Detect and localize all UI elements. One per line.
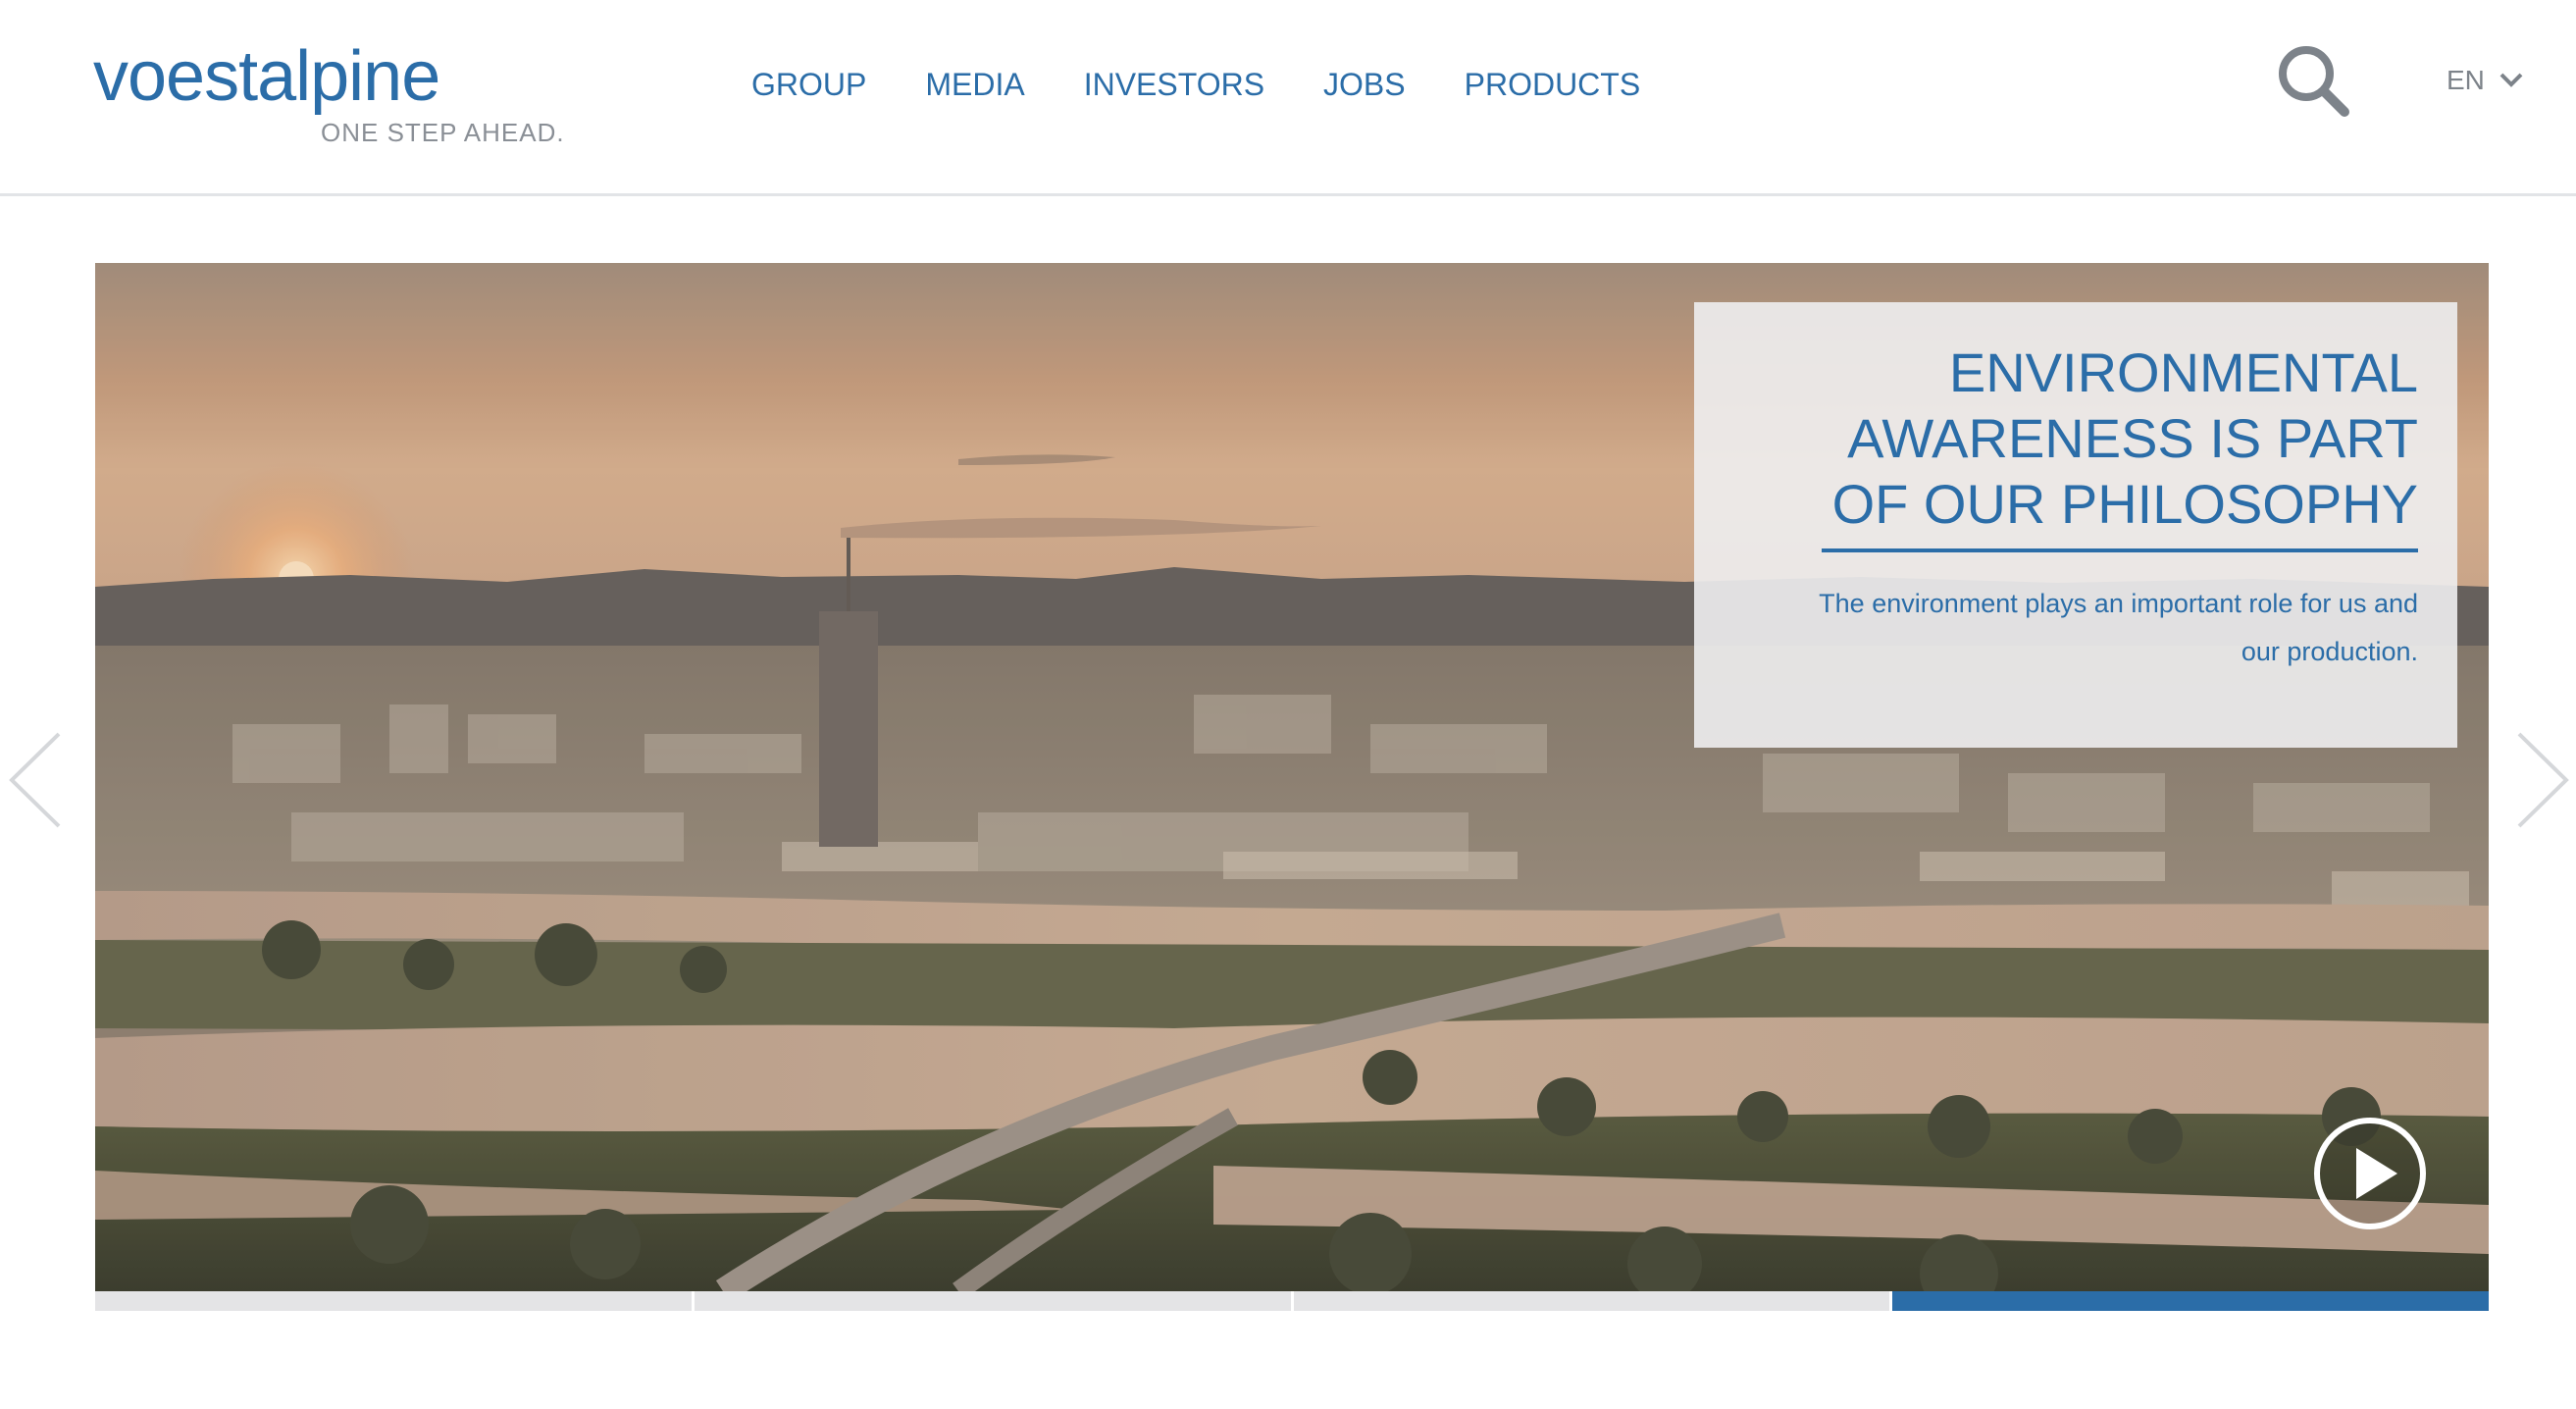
brand-logo[interactable]: voestalpine ONE STEP AHEAD.	[93, 37, 564, 147]
play-icon	[2314, 1118, 2426, 1229]
language-selector[interactable]: EN	[2447, 65, 2524, 96]
slide-tab-3[interactable]	[1293, 1291, 1893, 1311]
language-label: EN	[2447, 65, 2485, 95]
nav-item-jobs[interactable]: JOBS	[1323, 65, 1406, 104]
nav-item-media[interactable]: MEDIA	[925, 65, 1024, 104]
hero-text: The environment plays an important role …	[1819, 589, 2418, 666]
slider-prev-button[interactable]	[2, 726, 71, 834]
slide-tab-2[interactable]	[694, 1291, 1294, 1311]
chevron-right-icon	[2514, 729, 2575, 831]
brand-tagline: ONE STEP AHEAD.	[321, 118, 565, 147]
hero-caption: ENVIRONMENTAL AWARENESS IS PART OF OUR P…	[1694, 302, 2457, 748]
search-button[interactable]	[2274, 41, 2352, 120]
chevron-down-icon	[2499, 73, 2523, 87]
play-button[interactable]	[2311, 1115, 2429, 1232]
site-header: voestalpine ONE STEP AHEAD. GROUP MEDIA …	[0, 0, 2576, 196]
nav-item-products[interactable]: PRODUCTS	[1465, 65, 1641, 104]
slide-tab-1[interactable]	[95, 1291, 695, 1311]
slider-next-button[interactable]	[2507, 726, 2576, 834]
nav-item-group[interactable]: GROUP	[751, 65, 866, 104]
hero-slider: ENVIRONMENTAL AWARENESS IS PART OF OUR P…	[95, 263, 2489, 1291]
slider-progress	[95, 1291, 2489, 1311]
slide-tab-4[interactable]	[1892, 1291, 2489, 1311]
nav-item-investors[interactable]: INVESTORS	[1084, 65, 1264, 104]
hero-title-divider	[1822, 548, 2418, 552]
main-nav: GROUP MEDIA INVESTORS JOBS PRODUCTS	[751, 65, 1699, 104]
search-icon	[2279, 46, 2349, 117]
brand-name: voestalpine	[93, 37, 440, 116]
chevron-left-icon	[3, 729, 64, 831]
hero-title: ENVIRONMENTAL AWARENESS IS PART OF OUR P…	[1831, 341, 2418, 535]
